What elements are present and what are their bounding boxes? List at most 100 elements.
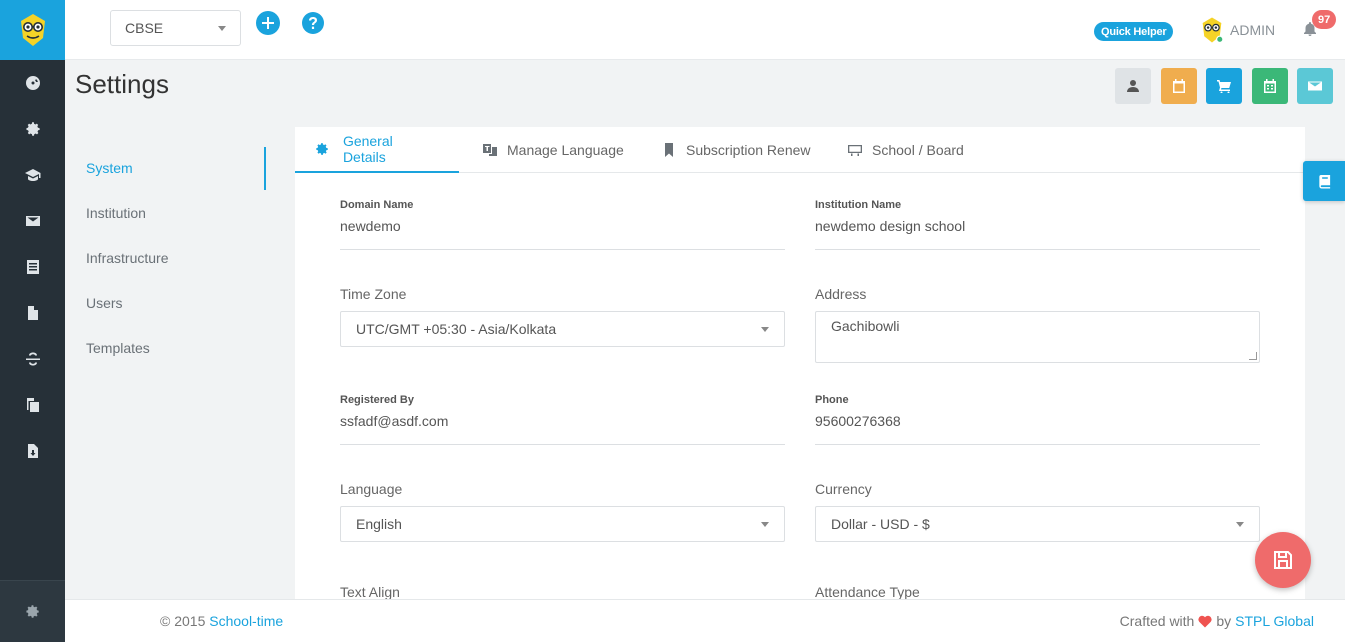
rail-dashboard[interactable] <box>0 60 65 106</box>
save-button[interactable] <box>1255 532 1311 588</box>
file-icon <box>27 306 38 320</box>
currency-label: Currency <box>815 481 872 497</box>
active-indicator <box>264 147 266 190</box>
owl-avatar-icon <box>1202 17 1224 44</box>
time-zone-select[interactable]: UTC/GMT +05:30 - Asia/Kolkata <box>340 311 785 347</box>
stpl-global-link[interactable]: STPL Global <box>1235 613 1314 629</box>
crafted-with: Crafted with by STPL Global <box>1120 613 1314 629</box>
calendar-button[interactable] <box>1161 68 1197 104</box>
heart-icon <box>1198 615 1212 627</box>
copyright: © 2015 School-time <box>160 613 283 629</box>
rail-documents[interactable] <box>0 290 65 336</box>
notification-badge: 97 <box>1312 10 1337 29</box>
mail-icon <box>1308 81 1322 91</box>
institution-name-label: Institution Name <box>815 199 902 211</box>
copy-files-icon <box>26 398 39 412</box>
file-download-icon <box>27 444 38 458</box>
language-label: Language <box>340 481 403 497</box>
settings-card: General Details Manage Language Subscrip… <box>295 127 1305 600</box>
tab-label: Subscription Renew <box>686 142 811 158</box>
chevron-down-icon <box>761 326 769 332</box>
address-value: Gachibowli <box>831 318 900 334</box>
gear-icon <box>316 143 328 155</box>
address-textarea[interactable]: Gachibowli <box>815 311 1260 363</box>
schedule-button[interactable] <box>1252 68 1288 104</box>
sub-menu-item-infrastructure[interactable]: Infrastructure <box>86 250 168 266</box>
cart-icon <box>1217 80 1231 93</box>
sub-menu-item-users[interactable]: Users <box>86 295 123 311</box>
phone-field[interactable]: 95600276368 <box>815 411 1260 445</box>
institution-name-field[interactable]: newdemo design school <box>815 216 1260 250</box>
help-button[interactable] <box>302 12 324 34</box>
settings-sub-menu: System Institution Infrastructure Users … <box>65 112 295 599</box>
tab-school-board[interactable]: School / Board <box>828 127 984 173</box>
chevron-down-icon <box>1236 521 1244 527</box>
registered-by-field[interactable]: ssfadf@asdf.com <box>340 411 785 445</box>
board-select-value: CBSE <box>125 20 164 36</box>
gear-icon <box>26 122 40 136</box>
tab-label: General Details <box>342 133 393 165</box>
add-button[interactable] <box>256 11 280 35</box>
resize-handle-icon[interactable] <box>1249 352 1257 360</box>
owl-logo-icon <box>20 14 45 46</box>
chevron-down-icon <box>218 25 226 31</box>
rail-messages[interactable] <box>0 198 65 244</box>
address-label: Address <box>815 286 867 302</box>
tab-subscription-renew[interactable]: Subscription Renew <box>642 127 831 173</box>
language-select[interactable]: English <box>340 506 785 542</box>
board-select[interactable]: CBSE <box>110 10 241 46</box>
app-logo[interactable] <box>0 0 65 60</box>
tab-label: Manage Language <box>507 142 624 158</box>
calendar-grid-icon <box>1264 79 1276 93</box>
crafted-prefix: Crafted with <box>1119 613 1195 629</box>
sub-menu-item-institution[interactable]: Institution <box>86 205 146 221</box>
question-icon <box>309 16 317 29</box>
attendance-type-label: Attendance Type <box>815 584 920 600</box>
tab-general-details[interactable]: General Details <box>295 127 459 173</box>
currency-select[interactable]: Dollar - USD - $ <box>815 506 1260 542</box>
rail-settings[interactable] <box>0 106 65 152</box>
plus-icon <box>262 17 274 29</box>
rail-finance[interactable] <box>0 336 65 382</box>
mail-button[interactable] <box>1297 68 1333 104</box>
domain-name-label: Domain Name <box>340 199 414 211</box>
cart-button[interactable] <box>1206 68 1242 104</box>
tab-label: School / Board <box>872 142 964 158</box>
envelope-icon <box>25 216 40 226</box>
time-zone-value: UTC/GMT +05:30 - Asia/Kolkata <box>356 321 557 337</box>
calendar-icon <box>1173 79 1185 93</box>
side-panel-toggle[interactable] <box>1303 161 1345 201</box>
rail-downloads[interactable] <box>0 428 65 474</box>
tab-manage-language[interactable]: Manage Language <box>463 127 644 173</box>
page-title: Settings <box>75 69 169 99</box>
board-icon <box>848 145 862 156</box>
copyright-prefix: © 2015 <box>160 613 206 629</box>
language-value: English <box>356 516 402 532</box>
text-align-label: Text Align <box>340 584 400 600</box>
rail-records[interactable] <box>0 244 65 290</box>
floppy-disk-icon <box>1274 551 1292 569</box>
quick-helper-button[interactable]: Quick Helper <box>1094 22 1174 41</box>
dashboard-gauge-icon <box>25 76 40 90</box>
school-time-link[interactable]: School-time <box>209 613 283 629</box>
crafted-by: by <box>1216 613 1232 629</box>
list-document-icon <box>26 260 39 274</box>
user-icon <box>1127 80 1139 92</box>
bookmark-icon <box>665 143 673 157</box>
profile-button[interactable] <box>1115 68 1151 104</box>
sub-menu-item-system[interactable]: System <box>86 160 133 176</box>
left-rail <box>0 0 65 642</box>
book-icon <box>1318 174 1330 189</box>
sub-menu-item-templates[interactable]: Templates <box>86 340 150 356</box>
chevron-down-icon <box>761 521 769 527</box>
top-bar: CBSE Quick Helper ADMIN 97 <box>65 0 1345 60</box>
gear-icon <box>26 605 39 618</box>
footer: © 2015 School-time Crafted with by STPL … <box>65 599 1345 642</box>
rail-academics[interactable] <box>0 152 65 198</box>
currency-value: Dollar - USD - $ <box>831 516 930 532</box>
domain-name-field[interactable]: newdemo <box>340 216 785 250</box>
settings-tabs: General Details Manage Language Subscrip… <box>295 127 1305 173</box>
rail-bottom-settings[interactable] <box>0 580 65 642</box>
user-menu[interactable]: ADMIN <box>1200 14 1275 46</box>
rail-copies[interactable] <box>0 382 65 428</box>
